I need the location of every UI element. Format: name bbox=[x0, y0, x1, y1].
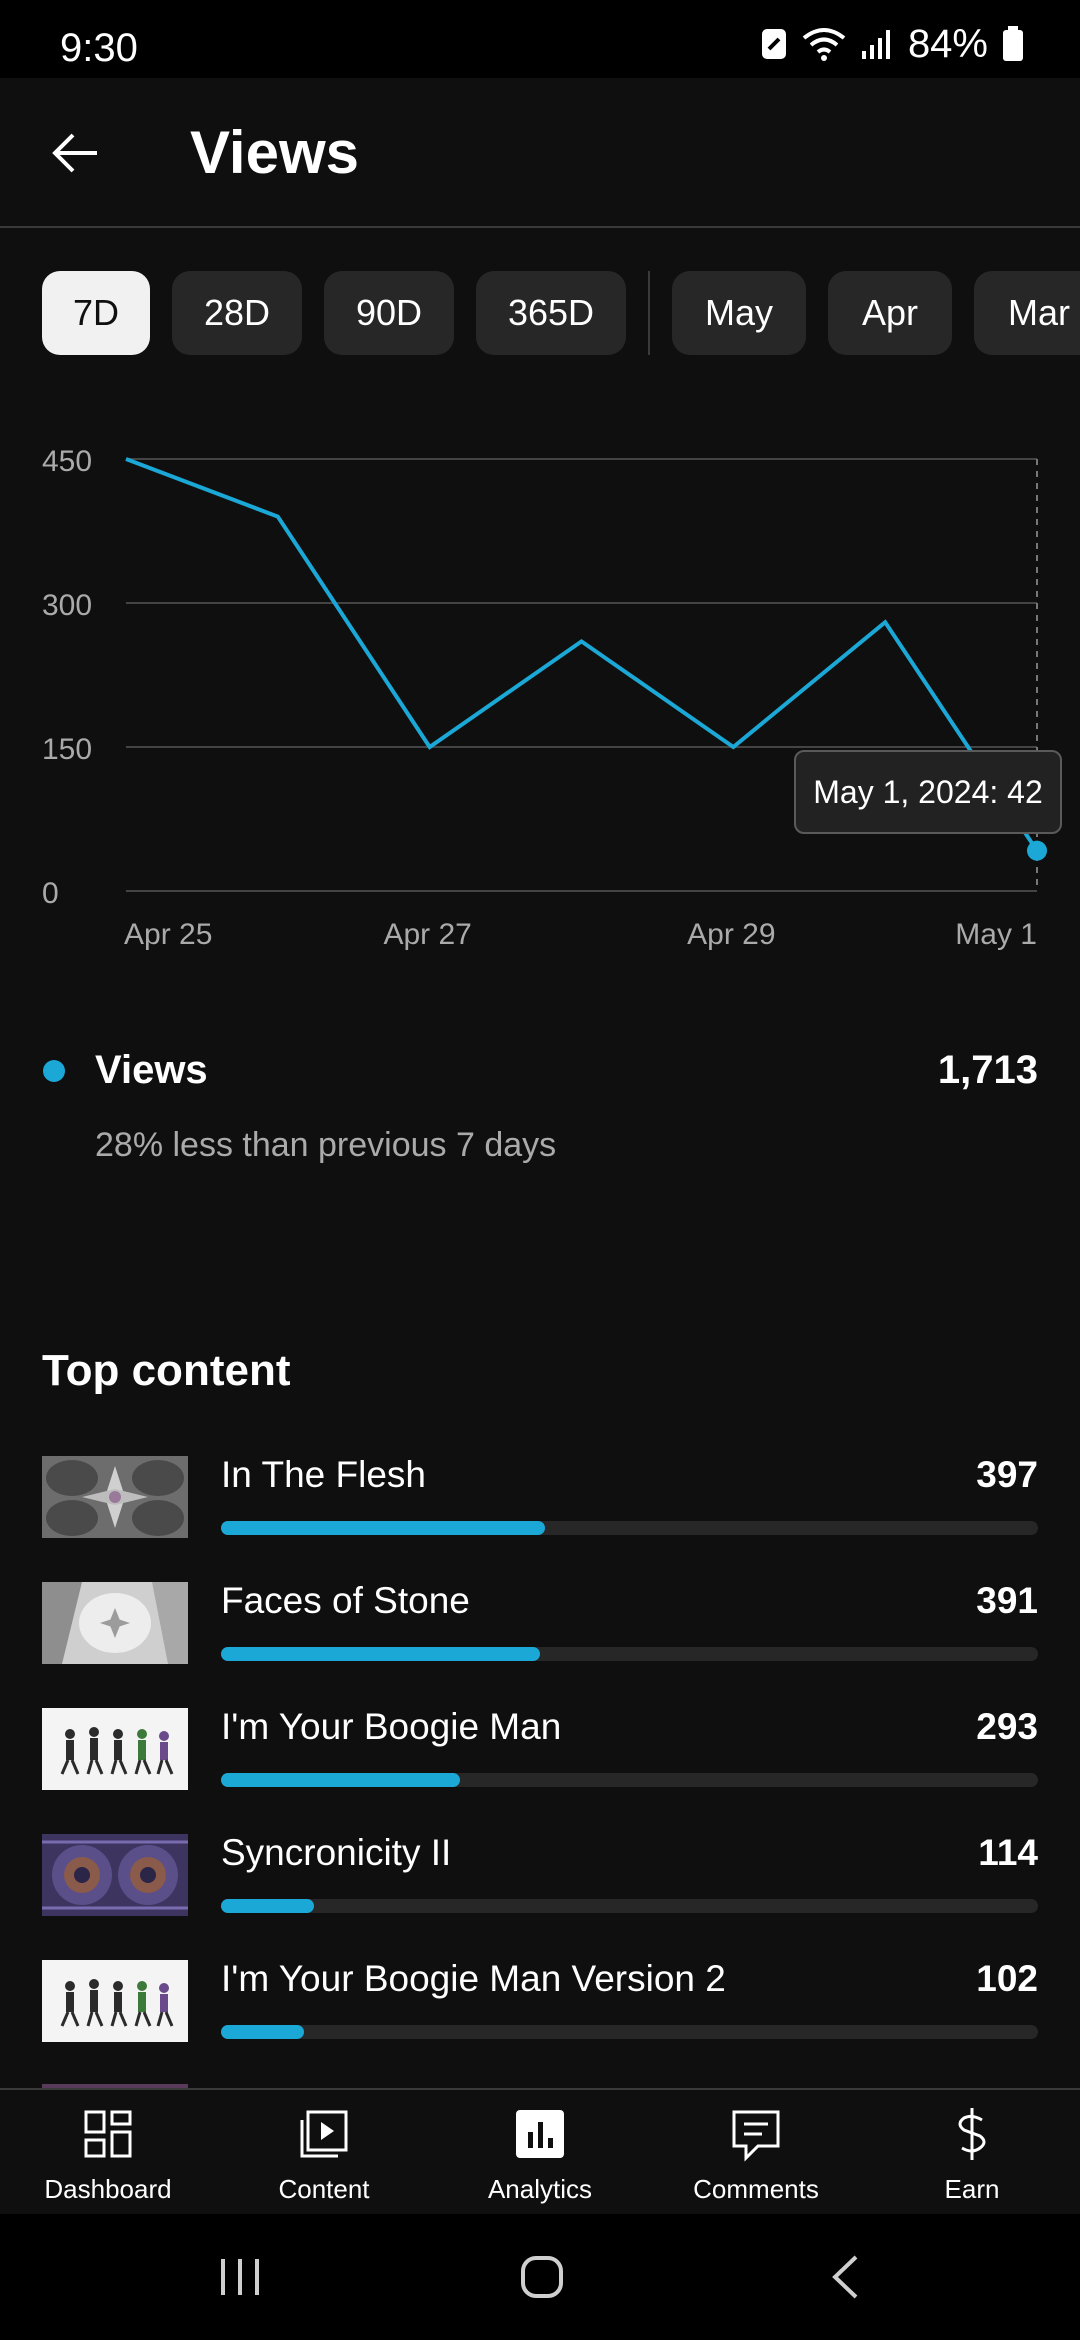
views-bar-track bbox=[221, 1521, 1038, 1535]
video-title: I'm Your Boogie Man Version 2 bbox=[221, 1958, 726, 1999]
views-line-chart: 0 150 300 450 Apr 25 Apr 27 Apr 29 May 1 bbox=[42, 445, 1047, 951]
chart-tooltip: May 1, 2024: 42 bbox=[794, 750, 1062, 834]
battery-saver-icon bbox=[761, 29, 786, 59]
summary-comparison: 28% less than previous 7 days bbox=[95, 1126, 557, 1164]
views-bar-fill bbox=[221, 1899, 315, 1913]
list-item[interactable]: Syncronicity II 114 bbox=[0, 1828, 1080, 1954]
video-thumbnail bbox=[42, 1456, 188, 1538]
video-title: Syncronicity II bbox=[221, 1832, 452, 1873]
chevron-left-icon bbox=[832, 2255, 858, 2299]
nav-label-content: Content bbox=[278, 2174, 370, 2204]
signal-icon bbox=[861, 30, 890, 59]
system-nav-bar bbox=[0, 2214, 1080, 2340]
views-bar-track bbox=[221, 1773, 1038, 1787]
data-point bbox=[1027, 840, 1047, 861]
video-thumbnail bbox=[42, 1582, 188, 1664]
video-title: Faces of Stone bbox=[221, 1580, 470, 1621]
video-title: In The Flesh bbox=[221, 1454, 426, 1495]
y-tick-label: 150 bbox=[42, 733, 92, 766]
recents-button[interactable] bbox=[200, 2244, 280, 2310]
chip-365d[interactable]: 365D bbox=[476, 271, 626, 355]
nav-analytics[interactable]: Analytics bbox=[432, 2106, 648, 2216]
views-chart[interactable]: 0 150 300 450 Apr 25 Apr 27 Apr 29 May 1 May 1,… bbox=[0, 420, 1080, 980]
chip-7d[interactable]: 7D bbox=[42, 271, 150, 355]
views-bar-track bbox=[221, 1899, 1038, 1913]
recents-icon bbox=[221, 2259, 259, 2295]
nav-label-comments: Comments bbox=[693, 2174, 819, 2204]
list-item[interactable]: I'm Your Boogie Man 293 bbox=[0, 1702, 1080, 1828]
video-views: 391 bbox=[976, 1580, 1038, 1621]
battery-icon bbox=[1003, 26, 1023, 61]
chip-mar[interactable]: Mar bbox=[974, 271, 1080, 355]
video-views: 102 bbox=[976, 1958, 1038, 1999]
views-bar-fill bbox=[221, 1647, 541, 1661]
nav-content[interactable]: Content bbox=[216, 2106, 432, 2216]
x-tick-label: Apr 27 bbox=[383, 918, 471, 951]
views-bar-fill bbox=[221, 1521, 546, 1535]
back-nav-button[interactable] bbox=[805, 2244, 885, 2310]
analytics-icon bbox=[516, 2110, 564, 2158]
range-chip-row: 7D 28D 90D 365D May Apr Mar bbox=[42, 270, 1080, 356]
y-tick-label: 300 bbox=[42, 589, 92, 622]
nav-label-dashboard: Dashboard bbox=[44, 2174, 172, 2204]
list-item[interactable]: In The Flesh 397 bbox=[0, 1450, 1080, 1576]
wifi-icon bbox=[802, 28, 846, 61]
nav-label-analytics: Analytics bbox=[487, 2174, 593, 2204]
home-icon bbox=[521, 2256, 563, 2298]
app-header: Views bbox=[0, 78, 1080, 228]
comments-icon bbox=[732, 2110, 780, 2162]
list-item[interactable]: Faces of Stone 391 bbox=[0, 1576, 1080, 1702]
series-dot bbox=[43, 1060, 65, 1082]
status-bar: 9:30 84% bbox=[0, 0, 1080, 78]
chip-28d[interactable]: 28D bbox=[172, 271, 302, 355]
chip-divider bbox=[648, 271, 650, 355]
views-bar-track bbox=[221, 2025, 1038, 2039]
x-tick-label: Apr 25 bbox=[124, 918, 212, 951]
video-views: 293 bbox=[976, 1706, 1038, 1747]
earn-icon bbox=[958, 2108, 986, 2160]
status-icons: 84% bbox=[760, 22, 1024, 66]
nav-label-earn: Earn bbox=[944, 2174, 1000, 2204]
y-tick-label: 450 bbox=[42, 445, 92, 478]
nav-dashboard[interactable]: Dashboard bbox=[0, 2106, 216, 2216]
x-tick-label: May 1 bbox=[955, 918, 1037, 951]
back-button[interactable] bbox=[40, 118, 110, 188]
bottom-nav: Dashboard Content Analytics Comments Ear… bbox=[0, 2088, 1080, 2214]
video-thumbnail bbox=[42, 1834, 188, 1916]
chip-apr[interactable]: Apr bbox=[828, 271, 952, 355]
y-tick-label: 0 bbox=[42, 877, 59, 910]
x-tick-label: Apr 29 bbox=[687, 918, 775, 951]
arrow-left-icon bbox=[52, 133, 97, 173]
list-item[interactable]: I'm Your Boogie Man Version 2 102 bbox=[0, 1954, 1080, 2080]
summary-label: Views bbox=[95, 1048, 208, 1092]
home-button[interactable] bbox=[502, 2244, 582, 2310]
nav-earn[interactable]: Earn bbox=[864, 2106, 1080, 2216]
views-summary: Views 1,713 28% less than previous 7 day… bbox=[0, 1040, 1080, 1180]
top-content-title: Top content bbox=[42, 1346, 291, 1395]
views-bar-fill bbox=[221, 2025, 305, 2039]
summary-total: 1,713 bbox=[937, 1048, 1038, 1092]
views-bar-track bbox=[221, 1647, 1038, 1661]
nav-comments[interactable]: Comments bbox=[648, 2106, 864, 2216]
dashboard-icon bbox=[84, 2110, 132, 2158]
views-bar-fill bbox=[221, 1773, 461, 1787]
status-time: 9:30 bbox=[60, 26, 138, 70]
chip-90d[interactable]: 90D bbox=[324, 271, 454, 355]
video-thumbnail bbox=[42, 1960, 188, 2042]
video-title: I'm Your Boogie Man bbox=[221, 1706, 562, 1747]
video-views: 397 bbox=[976, 1454, 1038, 1495]
video-thumbnail bbox=[42, 1708, 188, 1790]
chip-may[interactable]: May bbox=[672, 271, 806, 355]
battery-percent: 84% bbox=[907, 21, 988, 66]
content-icon bbox=[300, 2110, 348, 2158]
video-views: 114 bbox=[978, 1832, 1038, 1873]
page-title: Views bbox=[190, 119, 360, 186]
